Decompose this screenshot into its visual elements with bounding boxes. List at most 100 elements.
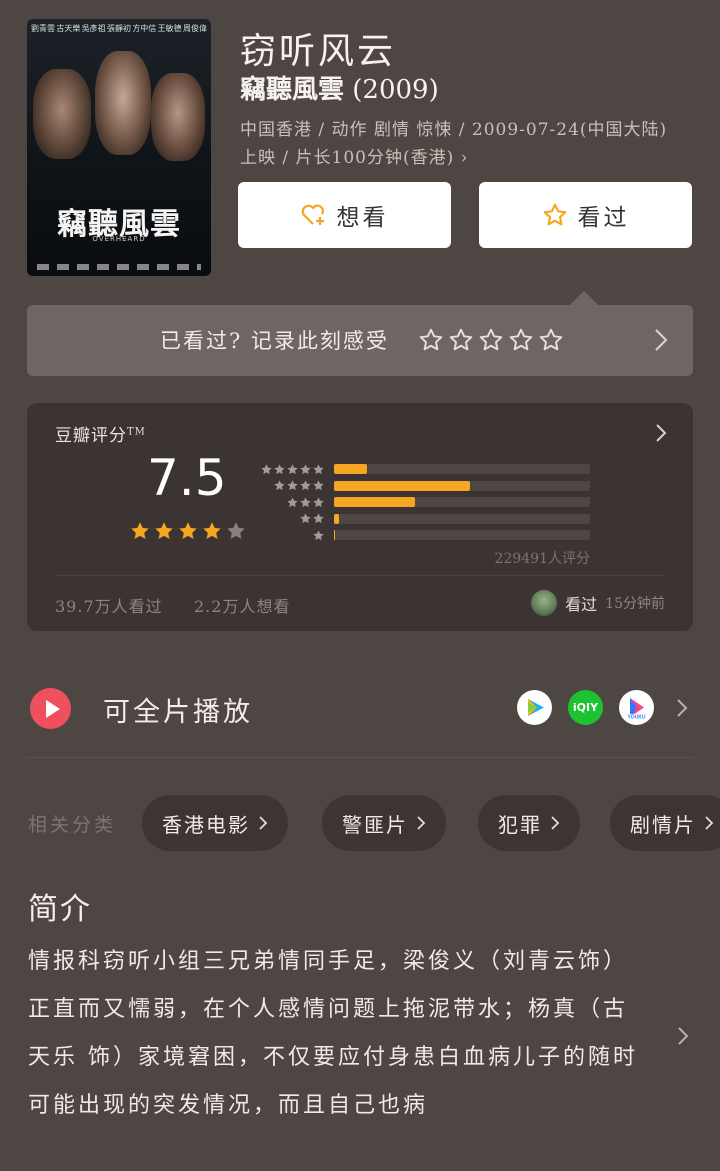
play-row[interactable]: 可全片播放 iQIY YOUKU [0,670,720,748]
intro-text[interactable]: 情报科窃听小组三兄弟情同手足，梁俊义（刘青云饰）正直而又懦弱，在个人感情问题上拖… [28,938,648,1130]
star-mini-icon [313,530,324,540]
distribution-bar [334,480,471,491]
related-categories: 相关分类 香港电影 警匪片 犯罪 剧情片 [0,795,720,851]
rating-distribution [259,461,590,544]
star-mini-icon [287,497,298,507]
star-mini-icon [313,464,324,474]
svg-text:YOUKU: YOUKU [627,715,645,721]
heart-plus-icon [301,204,324,225]
poster-face [151,73,205,161]
poster-cast-name: 周俊偉 [182,24,207,33]
distribution-track [334,497,590,508]
distribution-track [334,464,590,475]
douban-rating-card[interactable]: 豆瓣评分TM 7.5 229491人评分 39.7万人看过 2.2万人想看 看过… [27,403,693,631]
seen-label: 看过 [577,205,630,231]
star-outline-icon [543,203,566,226]
categories-label: 相关分类 [28,814,117,836]
poster-face [95,51,151,155]
star-outline-icon [449,328,473,351]
play-icon[interactable] [30,688,71,729]
chevron-right-icon[interactable] [677,1026,689,1046]
star-mini-icon [274,464,285,474]
poster-cast-name: 吳彥祖 [81,24,106,33]
chevron-right-icon [551,816,560,830]
distribution-row [259,461,590,478]
star-filled-icon [203,522,221,539]
chevron-right-icon [259,816,268,830]
category-chip-label: 警匪片 [342,812,408,837]
star-outline-icon [539,328,563,351]
distribution-track [334,480,590,491]
category-chip[interactable]: 警匪片 [322,795,446,851]
category-chip-label: 犯罪 [498,812,542,837]
poster-logos [37,264,201,270]
meta-line: 中国香港 / 动作 剧情 惊悚 / 2009-07-24(中国大陆) [240,120,668,140]
friend-activity[interactable]: 看过 15分钟前 [531,590,665,616]
star-mini-icon [287,464,298,474]
movie-title: 窃听风云 [240,31,397,72]
category-chip-label: 香港电影 [162,812,250,837]
avatar [531,590,558,616]
distribution-bar [334,497,416,508]
record-stars[interactable] [418,327,564,353]
rating-count: 229491人评分 [494,551,590,567]
star-mini-icon [300,480,311,491]
poster-cast-name: 王敏德 [157,24,182,33]
want-to-watch-button[interactable]: 想看 [238,182,451,248]
youku-icon[interactable]: YOUKU [619,690,654,725]
meta-line: 上映 / 片长100分钟(香港) › [240,148,469,168]
star-mini-icon [261,464,272,474]
star-mini-icon [274,480,285,491]
star-mini-icon [300,497,311,507]
movie-original-title: 竊聽風雲 (2009) [240,69,439,106]
distribution-row [259,478,590,495]
distribution-bar [334,530,336,541]
distribution-row [259,494,590,511]
distribution-row [259,527,590,544]
category-chip[interactable]: 剧情片 [610,795,720,851]
star-mini-icon [287,480,298,491]
movie-year: (2009) [352,75,439,105]
iqiyi-logo-text: iQIY [572,701,599,714]
poster-cast: 劉青雲 古天樂 吳彥祖 張靜初 方中信 王敏德 周俊偉 [31,23,207,34]
distribution-track [334,513,590,524]
distribution-bar [334,513,340,524]
distribution-stars [259,479,325,492]
star-outline-icon [479,328,503,351]
tencent-video-logo [528,699,544,716]
star-outline-icon [509,328,533,351]
original-title-text: 竊聽風雲 [240,75,345,105]
movie-poster[interactable]: 劉青雲 古天樂 吳彥祖 張靜初 方中信 王敏德 周俊偉 竊聽風雲 OVERHEA… [27,19,211,276]
chevron-right-icon[interactable] [655,423,667,443]
watched-button[interactable]: 看过 [479,182,692,248]
distribution-stars [259,496,325,509]
divider [55,575,665,576]
movie-meta[interactable]: 中国香港 / 动作 剧情 惊悚 / 2009-07-24(中国大陆) 上映 / … [240,116,690,172]
star-mini-icon [300,513,311,524]
category-chip[interactable]: 香港电影 [142,795,288,851]
tencent-video-icon[interactable] [517,690,552,725]
record-feeling-bar[interactable]: 已看过? 记录此刻感受 [27,305,693,376]
distribution-bar [334,464,367,475]
poster-faces [27,43,211,193]
poster-subtitle: OVERHEARD [92,235,146,243]
divider [27,757,693,758]
watched-count[interactable]: 39.7万人看过 [55,593,163,617]
star-outline-icon [419,328,443,351]
star-filled-icon [131,522,149,539]
distribution-stars [259,512,325,525]
rating-score: 7.5 [147,449,227,507]
wish-count[interactable]: 2.2万人想看 [194,593,290,617]
poster-cast-name: 古天樂 [56,24,81,33]
distribution-stars [259,463,325,476]
chevron-right-icon[interactable] [676,698,688,718]
rating-label-mark: TM [127,426,146,438]
distribution-row [259,511,590,528]
iqiyi-icon[interactable]: iQIY [568,690,603,725]
poster-cast-name: 劉青雲 [31,24,55,33]
star-mini-icon [300,464,311,474]
youku-logo: YOUKU [626,698,647,721]
category-chip[interactable]: 犯罪 [478,795,580,851]
star-mini-icon [313,513,324,524]
record-pointer [570,291,598,305]
